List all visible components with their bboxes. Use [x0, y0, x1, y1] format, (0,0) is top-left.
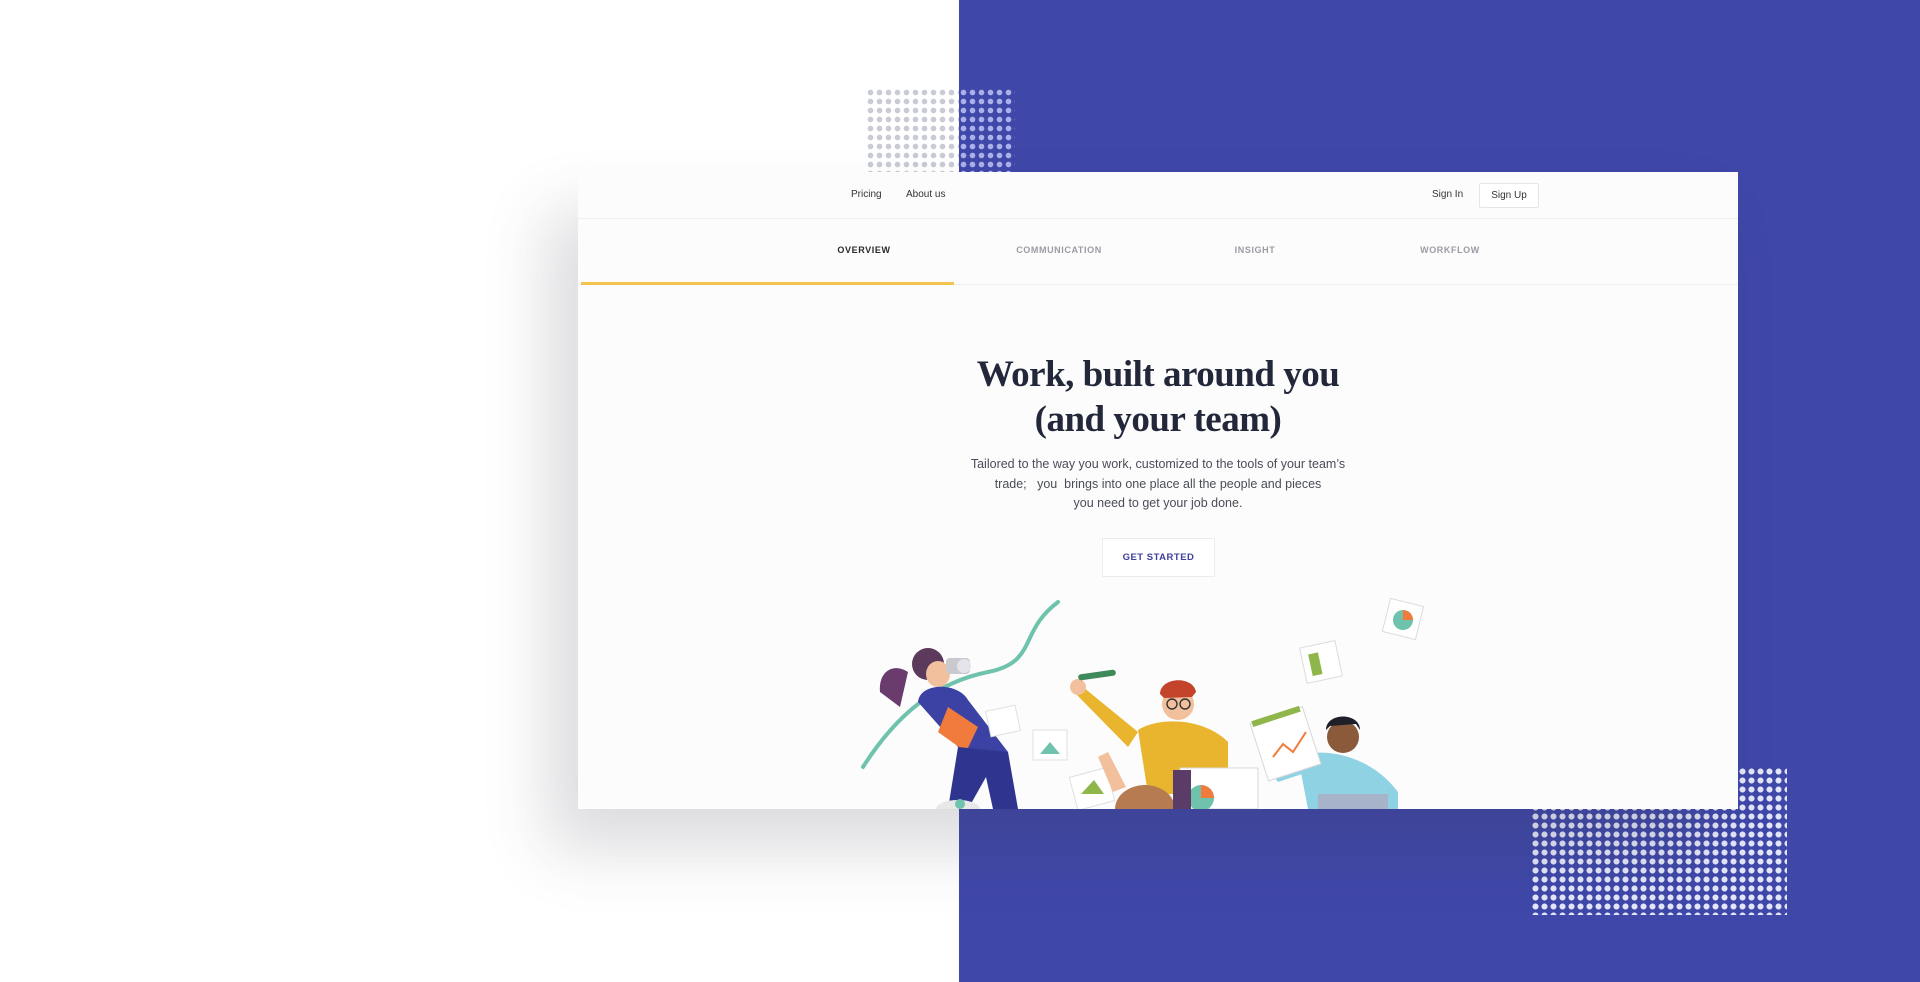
hero-subtitle: Tailored to the way you work, customized…: [958, 455, 1358, 514]
active-tab-indicator: [581, 282, 954, 285]
hero-subtitle-line-3: you need to get your job done.: [1073, 496, 1243, 510]
tab-overview[interactable]: OVERVIEW: [764, 245, 964, 255]
section-tabs: OVERVIEW COMMUNICATION INSIGHT WORKFLOW: [578, 219, 1738, 285]
nav-pricing-link[interactable]: Pricing: [851, 189, 882, 200]
website-mockup: Pricing About us Sign In Sign Up OVERVIE…: [578, 172, 1738, 809]
hero-title: Work, built around you (and your team): [878, 352, 1438, 442]
dot-pattern-top-dark: [959, 88, 1015, 172]
hero-subtitle-line-1: Tailored to the way you work, customized…: [970, 457, 1346, 471]
tab-workflow[interactable]: WORKFLOW: [1350, 245, 1550, 255]
nav-about-link[interactable]: About us: [906, 189, 945, 200]
signup-button[interactable]: Sign Up: [1479, 183, 1539, 208]
tab-communication[interactable]: COMMUNICATION: [959, 245, 1159, 255]
signin-link[interactable]: Sign In: [1432, 189, 1463, 200]
hero-title-line-1: Work, built around you: [976, 354, 1340, 395]
top-navigation: Pricing About us Sign In Sign Up: [578, 172, 1738, 219]
team-collaboration-illustration: [861, 597, 1425, 809]
hero-title-line-2: (and your team): [1034, 399, 1282, 440]
tab-insight[interactable]: INSIGHT: [1155, 245, 1355, 255]
hero-subtitle-line-2: trade; you brings into one place all the…: [994, 476, 1322, 491]
dot-pattern-top-light: [866, 88, 959, 172]
